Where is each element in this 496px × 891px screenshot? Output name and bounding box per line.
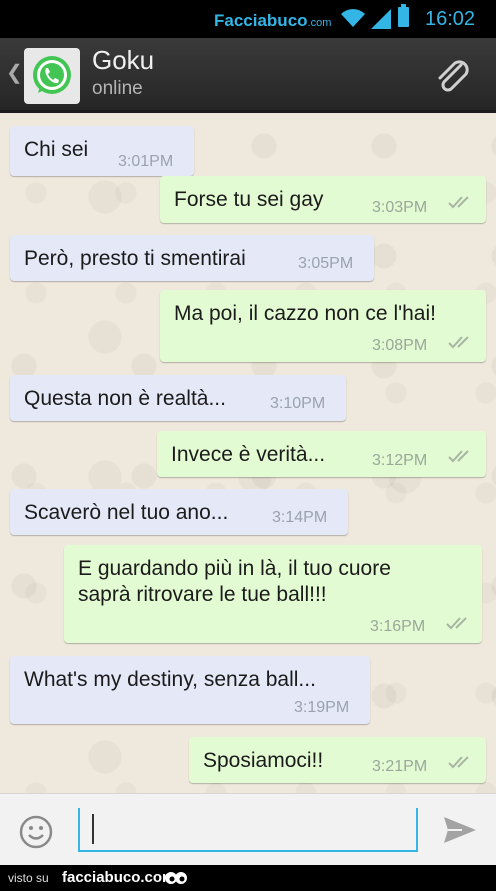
message-time: 3:10PM: [270, 395, 326, 412]
message-time: 3:12PM: [372, 452, 428, 469]
read-ticks-icon: [448, 756, 469, 769]
battery-icon: [398, 4, 409, 27]
message-input[interactable]: [88, 808, 412, 850]
text-cursor: [92, 814, 94, 844]
message-time: 3:03PM: [372, 199, 428, 216]
message-text-line-2: saprà ritrovare le tue ball!!!: [78, 583, 327, 606]
smiley-icon[interactable]: [18, 814, 54, 850]
message-text: Questa non è realtà...: [24, 387, 226, 410]
message-text: Sposiamoci!!: [203, 749, 324, 772]
contact-status: online: [92, 78, 143, 99]
read-ticks-icon: [448, 450, 469, 463]
contact-avatar[interactable]: [24, 48, 80, 104]
message-bubble-outgoing[interactable]: Invece è verità... 3:12PM: [157, 431, 486, 477]
message-bubble-incoming[interactable]: Questa non è realtà... 3:10PM: [10, 375, 346, 421]
message-bubble-outgoing[interactable]: Ma poi, il cazzo non ce l'hai! 3:08PM: [160, 290, 486, 362]
message-time: 3:19PM: [294, 699, 350, 716]
status-bar: Facciabuco.com 16:02: [0, 0, 496, 38]
message-time: 3:21PM: [372, 758, 428, 775]
message-text: What's my destiny, senza ball...: [24, 668, 316, 691]
watermark-footer: visto su facciabuco.com: [0, 865, 496, 891]
watermark-visto: visto su: [8, 871, 49, 885]
message-time: 3:14PM: [272, 509, 328, 526]
composer-bar: [0, 793, 496, 866]
message-text: Chi sei: [24, 138, 89, 161]
eyes-icon: [165, 872, 187, 884]
message-bubble-incoming[interactable]: Chi sei 3:01PM: [10, 126, 194, 176]
message-time: 3:08PM: [372, 337, 428, 354]
read-ticks-icon: [448, 196, 469, 209]
signal-icon: [371, 9, 391, 29]
status-clock: 16:02: [425, 8, 476, 30]
chat-header: ❮ Goku online: [0, 38, 496, 113]
message-time: 3:01PM: [118, 153, 174, 170]
message-text: E guardando più in là, il tuo cuore: [78, 557, 391, 580]
message-bubble-incoming[interactable]: Però, presto ti smentirai 3:05PM: [10, 235, 374, 281]
message-text: Forse tu sei gay: [174, 188, 324, 211]
message-time: 3:16PM: [370, 618, 426, 635]
attach-paperclip-icon[interactable]: [430, 53, 476, 99]
whatsapp-avatar-icon: [33, 56, 71, 94]
read-ticks-icon: [448, 336, 469, 349]
message-text: Però, presto ti smentirai: [24, 247, 246, 270]
message-input-frame[interactable]: [78, 808, 418, 852]
message-bubble-incoming[interactable]: What's my destiny, senza ball... 3:19PM: [10, 656, 370, 724]
message-list[interactable]: Chi sei 3:01PM Forse tu sei gay 3:03PM P…: [0, 113, 496, 793]
message-bubble-outgoing[interactable]: Forse tu sei gay 3:03PM: [160, 176, 486, 223]
contact-name[interactable]: Goku: [92, 45, 154, 76]
message-text: Invece è verità...: [171, 443, 326, 466]
watermark-site: facciabuco.com: [62, 869, 176, 886]
message-time: 3:05PM: [298, 255, 354, 272]
wifi-icon: [341, 9, 365, 27]
message-text: Scaverò nel tuo ano...: [24, 501, 229, 524]
message-bubble-outgoing[interactable]: Sposiamoci!! 3:21PM: [189, 737, 486, 783]
message-bubble-incoming[interactable]: Scaverò nel tuo ano... 3:14PM: [10, 489, 348, 535]
send-icon[interactable]: [442, 814, 478, 846]
back-chevron-icon[interactable]: ❮: [6, 60, 23, 85]
read-ticks-icon: [446, 617, 467, 630]
message-bubble-outgoing[interactable]: E guardando più in là, il tuo cuore sapr…: [64, 545, 482, 643]
brand-label: Facciabuco.com: [214, 11, 332, 30]
message-text: Ma poi, il cazzo non ce l'hai!: [174, 302, 436, 325]
